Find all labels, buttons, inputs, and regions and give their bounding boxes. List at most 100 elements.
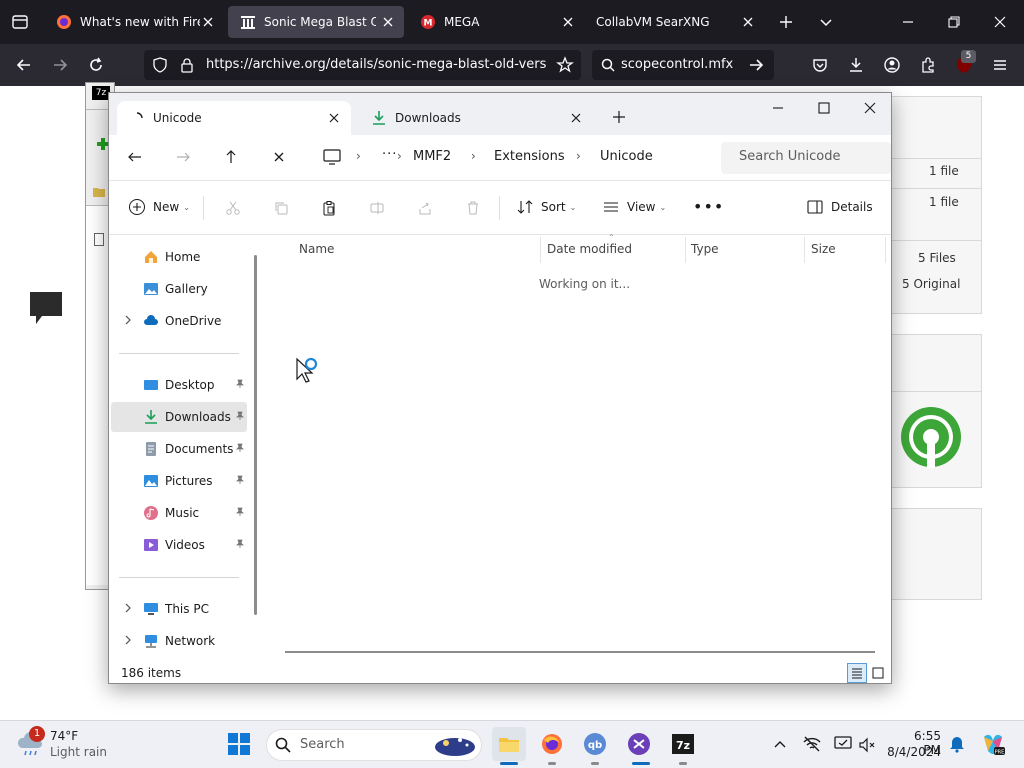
extensions-icon[interactable] [916, 53, 940, 77]
browser-tab-mega[interactable]: M MEGA [408, 6, 584, 38]
nav-item-pictures[interactable]: Pictures [111, 466, 247, 496]
nav-item-documents[interactable]: Documents [111, 434, 247, 464]
nav-item-home[interactable]: Home [111, 242, 247, 272]
taskbar-app-7zip[interactable]: 7z [666, 727, 700, 761]
volume-mute-icon[interactable] [858, 736, 876, 754]
reload-icon[interactable] [84, 53, 108, 77]
chevron-right-icon[interactable]: › [356, 149, 361, 163]
up-icon[interactable] [217, 143, 245, 171]
breadcrumb-mmf2[interactable]: MMF2 [413, 149, 451, 164]
close-icon[interactable] [380, 14, 396, 30]
new-tab-icon[interactable] [774, 10, 798, 34]
tab-list-icon[interactable] [8, 10, 32, 34]
pin-icon[interactable] [235, 411, 245, 421]
breadcrumb-extensions[interactable]: Extensions [494, 149, 565, 164]
maximize-icon[interactable] [801, 93, 847, 123]
nav-item-network[interactable]: Network [111, 626, 247, 656]
copy-icon[interactable] [271, 198, 291, 218]
minimize-icon[interactable] [755, 93, 801, 123]
pin-icon[interactable] [235, 443, 245, 453]
column-header-date-modified[interactable]: Date modified [547, 242, 632, 256]
share-icon[interactable] [415, 198, 435, 218]
pin-icon[interactable] [235, 475, 245, 485]
nav-item-gallery[interactable]: Gallery [111, 274, 247, 304]
nav-item-videos[interactable]: Videos [111, 530, 247, 560]
details-view-icon[interactable] [847, 663, 867, 683]
chevron-down-icon[interactable] [814, 10, 838, 34]
new-tab-icon[interactable] [609, 107, 629, 127]
screen-icon[interactable] [834, 735, 852, 753]
network-off-icon[interactable] [802, 735, 822, 753]
nav-item-this-pc[interactable]: This PC [111, 594, 247, 624]
close-icon[interactable] [569, 111, 583, 125]
account-icon[interactable] [880, 53, 904, 77]
rename-icon[interactable] [367, 198, 387, 218]
browser-tab-archive[interactable]: Sonic Mega Blast Old Versions [228, 6, 404, 38]
back-icon[interactable] [121, 143, 149, 171]
chevron-right-icon[interactable]: › [397, 149, 402, 163]
more-icon[interactable]: ··· [382, 147, 397, 162]
view-button[interactable]: View ⌄ [601, 197, 666, 217]
back-icon[interactable] [12, 53, 36, 77]
more-options-icon[interactable]: ••• [693, 197, 724, 216]
nav-item-music[interactable]: Music [111, 498, 247, 528]
restore-icon[interactable] [942, 10, 966, 34]
cut-icon[interactable] [223, 198, 243, 218]
pin-icon[interactable] [235, 379, 245, 389]
chevron-right-icon[interactable]: › [576, 149, 581, 163]
stop-icon[interactable] [265, 143, 293, 171]
nav-item-downloads[interactable]: Downloads [111, 402, 247, 432]
close-icon[interactable] [200, 14, 216, 30]
taskbar-app-purple[interactable] [622, 727, 656, 761]
column-header-size[interactable]: Size [811, 242, 836, 256]
close-icon[interactable] [327, 111, 341, 125]
explorer-tab-downloads[interactable]: Downloads [359, 101, 593, 135]
delete-icon[interactable] [463, 198, 483, 218]
column-header-type[interactable]: Type [691, 242, 719, 256]
pin-icon[interactable] [235, 539, 245, 549]
close-window-icon[interactable] [847, 93, 893, 123]
arrow-right-icon[interactable] [744, 53, 768, 77]
bookmark-star-icon[interactable] [553, 53, 577, 77]
forward-icon[interactable] [169, 143, 197, 171]
notification-bell-icon[interactable] [948, 735, 966, 753]
horizontal-scrollbar[interactable] [285, 651, 875, 653]
minimize-icon[interactable] [896, 10, 920, 34]
taskbar-app-file-explorer[interactable] [492, 727, 526, 761]
url-text[interactable]: https://archive.org/details/sonic-mega-b… [206, 57, 546, 72]
details-button[interactable]: Details [805, 197, 873, 217]
explorer-tab-unicode[interactable]: Unicode [117, 101, 351, 135]
pin-icon[interactable] [235, 507, 245, 517]
weather-temp[interactable]: 74°F [50, 729, 78, 743]
lock-icon[interactable] [175, 53, 199, 77]
menu-icon[interactable] [988, 53, 1012, 77]
sort-button[interactable]: Sort ⌄ [515, 197, 576, 217]
copilot-icon[interactable]: PRE [980, 731, 1006, 757]
new-button[interactable]: New ⌄ [127, 197, 190, 217]
chevron-up-icon[interactable] [772, 736, 788, 752]
forward-icon[interactable] [48, 53, 72, 77]
close-icon[interactable] [740, 14, 756, 30]
close-icon[interactable] [560, 14, 576, 30]
breadcrumb-unicode[interactable]: Unicode [600, 149, 653, 164]
browser-tab-searxng[interactable]: CollabVM SearXNG [588, 6, 764, 38]
chevron-right-icon[interactable] [123, 635, 133, 645]
close-window-icon[interactable] [988, 10, 1012, 34]
nav-scrollbar[interactable] [254, 255, 257, 615]
download-icon[interactable] [844, 53, 868, 77]
chevron-right-icon[interactable] [123, 315, 133, 325]
shield-icon[interactable] [148, 53, 172, 77]
taskbar-app-qbittorrent[interactable]: qb [578, 727, 612, 761]
browser-search-text[interactable]: scopecontrol.mfx [621, 57, 733, 72]
clock-date[interactable]: 8/4/2024 [887, 745, 941, 759]
chat-icon[interactable] [28, 290, 64, 326]
browser-tab-firefox[interactable]: What's new with Firefox [44, 6, 224, 38]
chevron-right-icon[interactable]: › [471, 149, 476, 163]
weather-desc[interactable]: Light rain [50, 745, 107, 759]
paste-icon[interactable] [319, 198, 339, 218]
start-button[interactable] [222, 727, 256, 761]
column-header-name[interactable]: Name [299, 242, 334, 256]
tiles-view-icon[interactable] [870, 665, 886, 681]
taskbar-app-firefox[interactable] [535, 727, 569, 761]
nav-item-onedrive[interactable]: OneDrive [111, 306, 247, 336]
